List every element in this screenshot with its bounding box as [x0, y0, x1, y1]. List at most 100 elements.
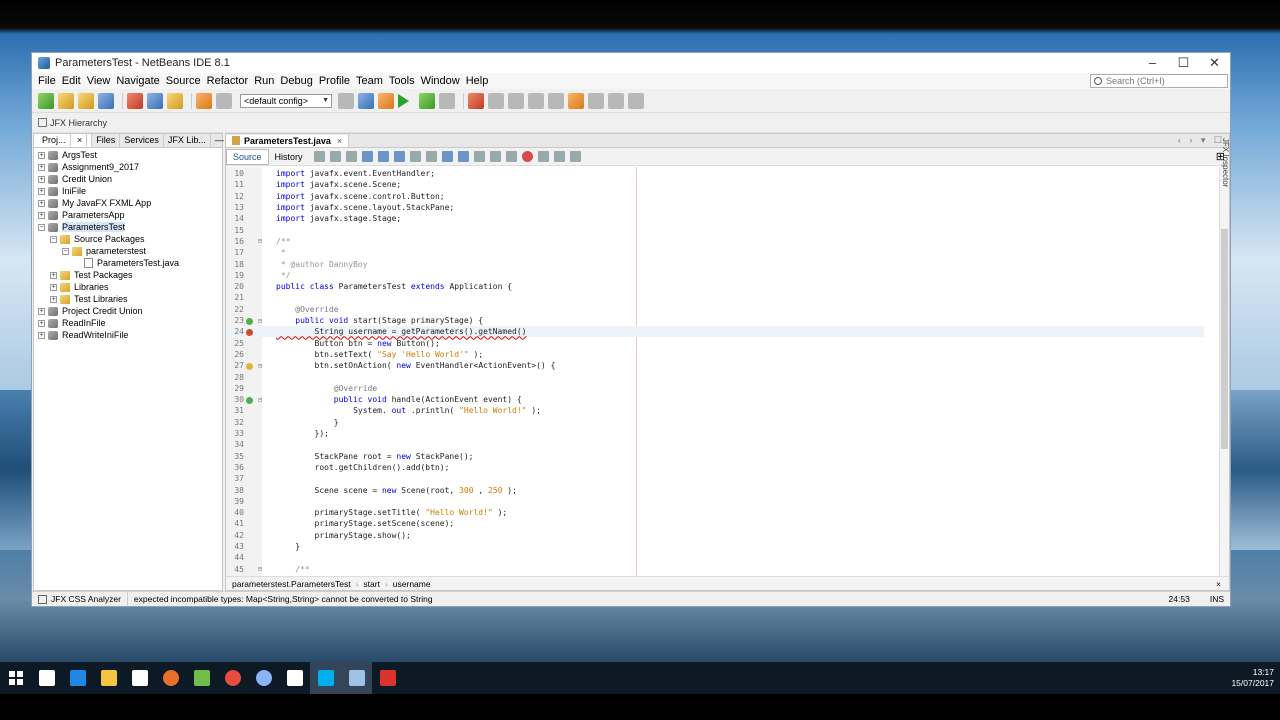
code-line[interactable]: 10 import javafx.event.EventHandler;	[226, 168, 1204, 179]
code-line[interactable]: 28	[226, 371, 1204, 382]
next-bookmark-icon[interactable]	[457, 151, 469, 162]
apply-code-changes-icon[interactable]	[608, 92, 624, 109]
code-line[interactable]: 30 ⊟ public void handle(ActionEvent event…	[226, 394, 1204, 405]
comment-icon[interactable]	[553, 151, 565, 162]
find-previous-icon[interactable]	[377, 151, 389, 162]
fold-icon[interactable]: ⊟	[258, 396, 268, 404]
code-line[interactable]: 18 * @author DannyBoy	[226, 258, 1204, 269]
shift-left-icon[interactable]	[489, 151, 501, 162]
code-line[interactable]: 40 primaryStage.setTitle( "Hello World!"…	[226, 507, 1204, 518]
taskbar-file-explorer[interactable]	[93, 662, 124, 694]
last-edit-icon[interactable]	[313, 151, 325, 162]
find-next-icon[interactable]	[393, 151, 405, 162]
tab-history[interactable]: History	[269, 150, 309, 164]
stop-icon[interactable]	[468, 92, 484, 109]
expand-icon[interactable]: +	[38, 319, 45, 327]
menu-help[interactable]: Help	[463, 75, 492, 87]
uncomment-icon[interactable]	[569, 151, 581, 162]
expand-icon[interactable]: +	[50, 295, 57, 303]
menu-view[interactable]: View	[84, 75, 114, 87]
menu-edit[interactable]: Edit	[59, 75, 84, 87]
code-line[interactable]: 17 *	[226, 247, 1204, 258]
error-icon[interactable]	[246, 328, 253, 336]
tab-source[interactable]: Source	[226, 148, 269, 165]
profile-project-icon[interactable]	[439, 92, 455, 109]
run-to-cursor-icon[interactable]	[588, 92, 604, 109]
code-line[interactable]: 43 }	[226, 541, 1204, 552]
fold-icon[interactable]: ⊟	[258, 317, 268, 325]
taskbar-store[interactable]	[124, 662, 155, 694]
tree-item[interactable]: + ReadInFile	[34, 317, 222, 329]
menu-refactor[interactable]: Refactor	[204, 75, 252, 87]
tab-close-icon[interactable]: ×	[337, 136, 342, 146]
breadcrumb-method[interactable]: start	[363, 579, 380, 589]
tree-item[interactable]: + My JavaFX FXML App	[34, 197, 222, 209]
jfx-hierarchy-bar[interactable]: JFX Hierarchy	[32, 113, 1230, 133]
step-into-icon[interactable]	[548, 92, 564, 109]
code-line[interactable]: 23 ⊟ public void start(Stage primaryStage…	[226, 315, 1204, 326]
taskbar-netbeans[interactable]	[341, 662, 372, 694]
tab-files[interactable]: Files	[92, 134, 121, 147]
code-line[interactable]: 39	[226, 496, 1204, 507]
forward-icon[interactable]	[345, 151, 357, 162]
expand-icon[interactable]: +	[38, 175, 45, 183]
code-line[interactable]: 14 import javafx.stage.Stage;	[226, 213, 1204, 224]
expand-icon[interactable]: +	[38, 331, 45, 339]
expand-icon[interactable]: +	[38, 199, 45, 207]
start-macro-icon[interactable]	[521, 151, 533, 162]
taskbar-firefox[interactable]	[155, 662, 186, 694]
copy-icon[interactable]	[147, 92, 163, 109]
breadcrumb-variable[interactable]: username	[393, 579, 431, 589]
tree-item[interactable]: + ReadWriteIniFile	[34, 329, 222, 341]
code-line[interactable]: 42 primaryStage.show();	[226, 530, 1204, 541]
tree-item[interactable]: − parameterstest	[34, 245, 222, 257]
back-icon[interactable]	[329, 151, 341, 162]
tree-item[interactable]: + Assignment9_2017	[34, 161, 222, 173]
breadcrumb-class[interactable]: parameterstest.ParametersTest	[232, 579, 351, 589]
find-selection-icon[interactable]	[361, 151, 373, 162]
code-line[interactable]: 27 ⊟ btn.setOnAction( new EventHandler<Ac…	[226, 360, 1204, 371]
new-file-icon[interactable]	[38, 92, 54, 109]
code-line[interactable]: 41 primaryStage.setScene(scene);	[226, 518, 1204, 529]
tree-item[interactable]: − ParametersTest	[34, 221, 222, 233]
breadcrumb-close-icon[interactable]: ×	[1216, 579, 1221, 589]
code-line[interactable]: 45 ⊟ /**	[226, 564, 1204, 575]
fold-icon[interactable]: ⊟	[258, 565, 268, 573]
quick-search-field[interactable]: Search (Ctrl+I)	[1090, 74, 1228, 88]
tab-parameterstest-java[interactable]: ParametersTest.java ×	[226, 134, 350, 147]
toggle-bookmark-icon[interactable]	[473, 151, 485, 162]
minimize-button[interactable]: –	[1137, 55, 1168, 71]
tree-item[interactable]: − Source Packages	[34, 233, 222, 245]
override-icon[interactable]	[246, 396, 253, 404]
taskbar-clock[interactable]: 13:17 15/07/2017	[1231, 667, 1274, 689]
clean-build-icon[interactable]	[378, 92, 394, 109]
override-icon[interactable]	[246, 317, 253, 325]
expand-icon[interactable]: +	[38, 151, 45, 159]
tree-item[interactable]: + IniFile	[34, 185, 222, 197]
jfx-css-analyzer-tab[interactable]: JFX CSS Analyzer	[32, 592, 128, 606]
code-line[interactable]: 29 @Override	[226, 383, 1204, 394]
code-editor[interactable]: 10 import javafx.event.EventHandler; 11 imp…	[226, 167, 1204, 577]
tree-item[interactable]: ParametersTest.java	[34, 257, 222, 269]
tab-close-icon[interactable]: ×	[73, 134, 88, 146]
set-project-icon[interactable]	[338, 92, 354, 109]
code-line[interactable]: 19 */	[226, 270, 1204, 281]
code-line[interactable]: 35 StackPane root = new StackPane();	[226, 451, 1204, 462]
taskbar-skype[interactable]	[310, 662, 341, 694]
fold-icon[interactable]: ⊟	[258, 237, 268, 245]
code-line[interactable]: 21	[226, 292, 1204, 303]
scrollbar-thumb[interactable]	[1221, 229, 1228, 449]
editor-vertical-scrollbar[interactable]	[1219, 167, 1229, 577]
cut-icon[interactable]	[127, 92, 143, 109]
config-dropdown[interactable]: <default config> ▼	[240, 93, 332, 108]
close-button[interactable]: ✕	[1199, 55, 1230, 71]
code-line[interactable]: 38 Scene scene = new Scene(root, 300 , 2…	[226, 484, 1204, 495]
menu-profile[interactable]: Profile	[316, 75, 353, 87]
collapse-icon[interactable]: −	[62, 247, 69, 255]
code-line[interactable]: 20 public class ParametersTest extends Ap…	[226, 281, 1204, 292]
expand-icon[interactable]: +	[50, 283, 57, 291]
shift-right-icon[interactable]	[505, 151, 517, 162]
new-project-icon[interactable]	[58, 92, 74, 109]
undo-icon[interactable]	[196, 92, 212, 109]
code-line[interactable]: 24 String username = getParameters().get…	[226, 326, 1204, 338]
